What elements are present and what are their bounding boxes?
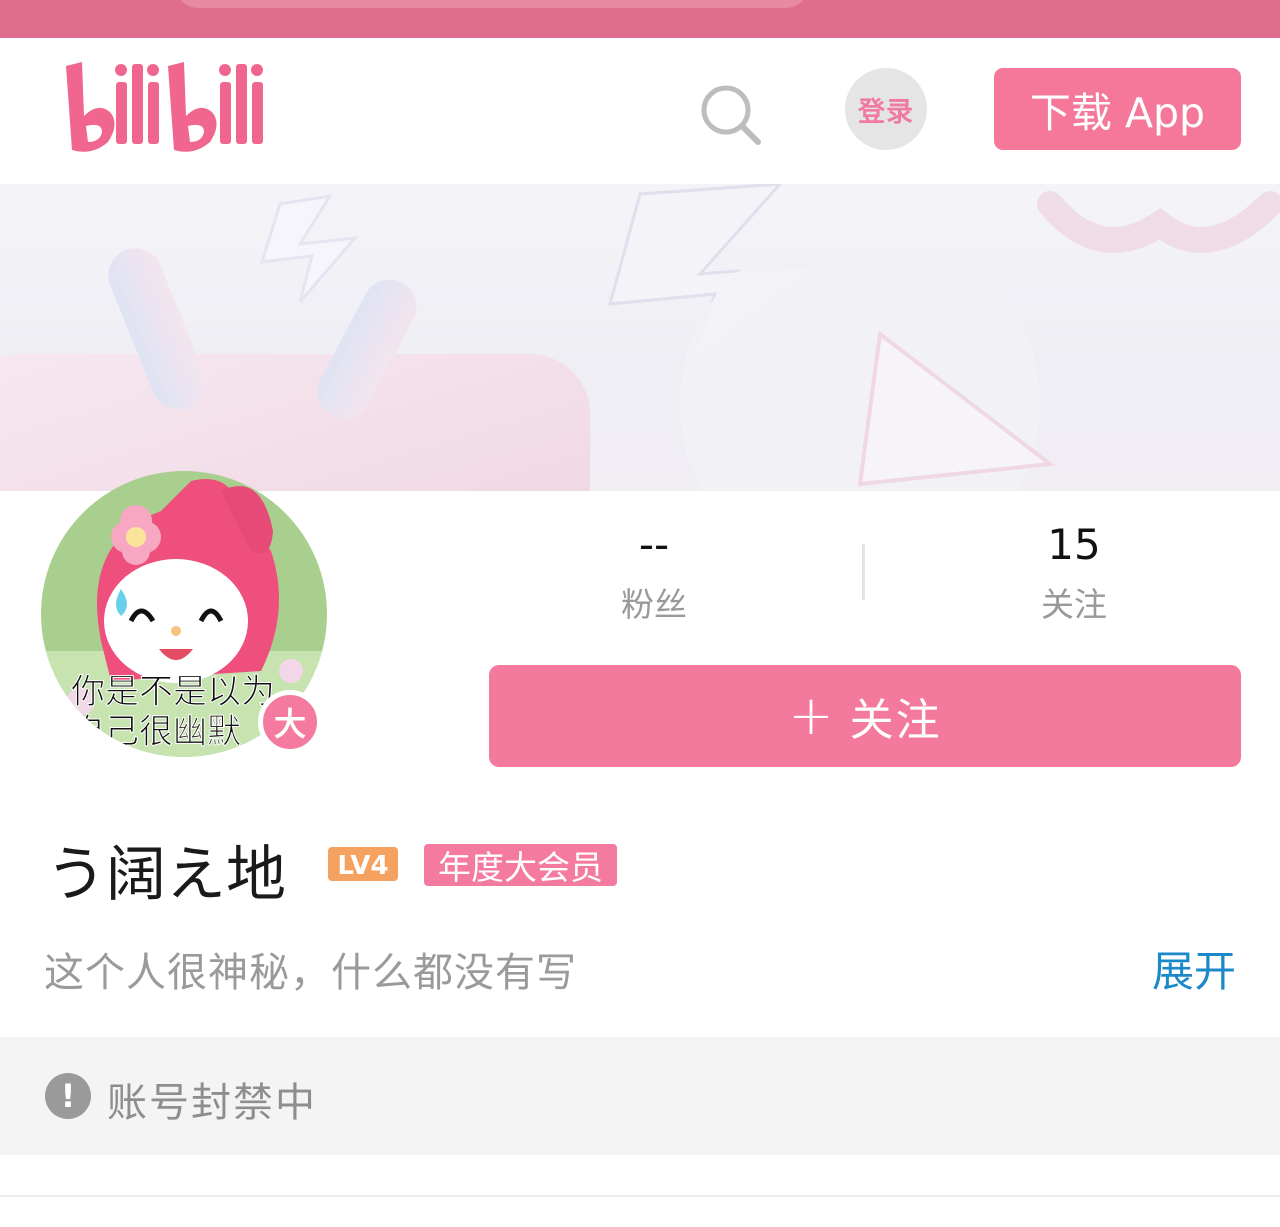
warning-icon: ! [45, 1073, 91, 1119]
bottom-divider [0, 1195, 1280, 1197]
following-count[interactable]: 15 [974, 520, 1174, 569]
avatar-caption-line2: 自己很幽默 [71, 712, 241, 752]
fans-label: 粉丝 [621, 585, 687, 624]
level-label: LV4 [337, 851, 388, 881]
plus-icon: + [788, 684, 836, 747]
login-label: 登录 [858, 96, 914, 128]
stats-divider [862, 544, 865, 600]
notice-text: 账号封禁中 [107, 1080, 317, 1126]
login-button[interactable]: 登录 [845, 68, 927, 150]
vip-tag: 年度大会员 [424, 844, 617, 887]
avatar-caption-line1: 你是不是以为 [71, 672, 275, 712]
level-badge-icon: LV4 [328, 847, 398, 881]
follow-button[interactable]: + 关注 [489, 665, 1241, 767]
address-bar[interactable] [176, 0, 808, 8]
browser-top-bar [0, 0, 1280, 38]
username: う阔え地 [46, 840, 286, 910]
bilibili-logo[interactable]: bilibili [60, 58, 280, 158]
expand-link[interactable]: 展开 [1152, 938, 1236, 999]
download-label: 下载 App [1029, 89, 1206, 137]
download-app-button[interactable]: 下载 App [994, 68, 1241, 150]
follow-label: 关注 [849, 695, 942, 746]
warning-icon-glyph: ! [60, 1077, 76, 1115]
fans-count: -- [638, 520, 670, 569]
signature: 这个人很神秘，什么都没有写 [44, 950, 577, 996]
search-icon[interactable] [698, 82, 762, 146]
following-label[interactable]: 关注 [974, 578, 1174, 626]
profile-banner [0, 184, 1280, 491]
vip-badge-label: 大 [273, 705, 306, 743]
vip-badge-icon: 大 [258, 690, 322, 754]
